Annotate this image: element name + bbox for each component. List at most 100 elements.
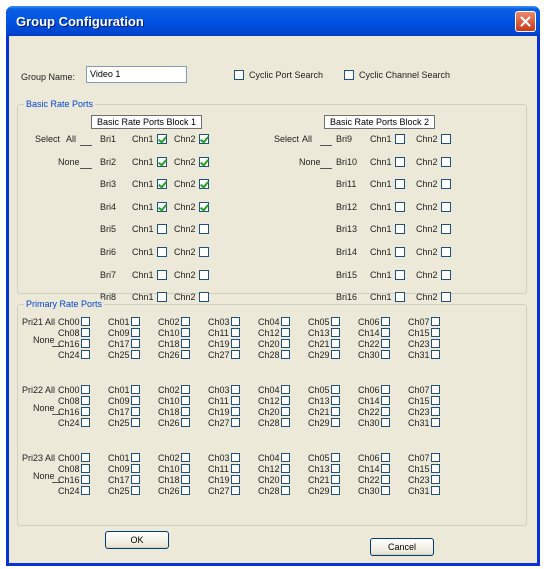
pri-channel-checkbox[interactable]: [381, 453, 390, 462]
pri-channel-checkbox[interactable]: [331, 385, 340, 394]
channel-1-checkbox[interactable]: [395, 224, 405, 235]
pri-channel-checkbox[interactable]: [231, 407, 240, 416]
channel-1-checkbox[interactable]: [157, 247, 167, 257]
channel-2-checkbox[interactable]: [441, 269, 451, 280]
pri-channel-checkbox[interactable]: [281, 475, 290, 484]
pri-channel-checkbox[interactable]: [381, 339, 390, 348]
pri-channel-checkbox[interactable]: [131, 396, 140, 405]
pri-channel-checkbox[interactable]: [181, 385, 190, 394]
pri-channel-checkbox[interactable]: [231, 328, 240, 337]
channel-1-checkbox[interactable]: [157, 224, 167, 235]
channel-1-checkbox[interactable]: [157, 134, 167, 144]
channel-2-checkbox[interactable]: [199, 292, 209, 303]
pri-channel-checkbox[interactable]: [431, 328, 440, 337]
pri-channel-checkbox[interactable]: [81, 486, 90, 495]
pri-channel-checkbox[interactable]: [381, 350, 390, 359]
channel-2-checkbox[interactable]: [441, 201, 451, 212]
pri-channel-checkbox[interactable]: [81, 339, 90, 348]
pri-channel-checkbox[interactable]: [331, 486, 340, 495]
pri-channel-checkbox[interactable]: [431, 385, 440, 394]
pri-channel-checkbox[interactable]: [231, 385, 240, 394]
pri-channel-checkbox[interactable]: [81, 328, 90, 337]
pri-channel-checkbox[interactable]: [81, 475, 90, 484]
channel-2-checkbox[interactable]: [199, 179, 209, 190]
pri-channel-checkbox[interactable]: [231, 475, 240, 484]
pri-channel-checkbox[interactable]: [231, 418, 240, 427]
cancel-button[interactable]: Cancel: [370, 538, 434, 556]
channel-2-checkbox[interactable]: [199, 156, 209, 167]
pri-channel-checkbox[interactable]: [431, 407, 440, 416]
pri-channel-checkbox[interactable]: [281, 453, 290, 462]
pri-channel-checkbox[interactable]: [81, 385, 90, 394]
pri-channel-checkbox[interactable]: [131, 475, 140, 484]
block1-select-none-button[interactable]: [80, 157, 92, 169]
pri-channel-checkbox[interactable]: [181, 396, 190, 405]
channel-1-checkbox[interactable]: [157, 292, 167, 303]
pri-channel-checkbox[interactable]: [81, 396, 90, 405]
pri-channel-checkbox[interactable]: [231, 464, 240, 473]
pri-channel-checkbox[interactable]: [181, 486, 190, 495]
channel-1-checkbox[interactable]: [395, 269, 405, 280]
channel-2-checkbox[interactable]: [441, 134, 451, 144]
pri-channel-checkbox[interactable]: [181, 453, 190, 462]
pri-channel-checkbox[interactable]: [231, 317, 240, 326]
pri-channel-checkbox[interactable]: [181, 317, 190, 326]
channel-1-checkbox[interactable]: [395, 179, 405, 190]
channel-2-checkbox[interactable]: [199, 134, 209, 144]
pri-channel-checkbox[interactable]: [431, 486, 440, 495]
pri-channel-checkbox[interactable]: [281, 350, 290, 359]
pri-channel-checkbox[interactable]: [381, 418, 390, 427]
pri-channel-checkbox[interactable]: [131, 328, 140, 337]
pri-channel-checkbox[interactable]: [181, 350, 190, 359]
channel-2-checkbox[interactable]: [199, 201, 209, 212]
pri-channel-checkbox[interactable]: [281, 339, 290, 348]
pri-channel-checkbox[interactable]: [331, 396, 340, 405]
pri-channel-checkbox[interactable]: [331, 339, 340, 348]
pri-channel-checkbox[interactable]: [81, 317, 90, 326]
channel-2-checkbox[interactable]: [441, 179, 451, 190]
pri-channel-checkbox[interactable]: [431, 317, 440, 326]
channel-2-checkbox[interactable]: [441, 156, 451, 167]
pri-channel-checkbox[interactable]: [281, 328, 290, 337]
channel-2-checkbox[interactable]: [441, 247, 451, 257]
pri-channel-checkbox[interactable]: [181, 339, 190, 348]
pri-channel-checkbox[interactable]: [281, 396, 290, 405]
pri-channel-checkbox[interactable]: [431, 418, 440, 427]
pri-channel-checkbox[interactable]: [131, 407, 140, 416]
channel-1-checkbox[interactable]: [395, 201, 405, 212]
pri-channel-checkbox[interactable]: [431, 396, 440, 405]
title-bar[interactable]: Group Configuration: [6, 6, 540, 36]
pri-channel-checkbox[interactable]: [181, 464, 190, 473]
pri-channel-checkbox[interactable]: [381, 464, 390, 473]
pri-channel-checkbox[interactable]: [331, 453, 340, 462]
pri-channel-checkbox[interactable]: [331, 317, 340, 326]
close-button[interactable]: [515, 11, 536, 32]
channel-1-checkbox[interactable]: [395, 247, 405, 257]
pri-channel-checkbox[interactable]: [281, 464, 290, 473]
channel-2-checkbox[interactable]: [199, 224, 209, 235]
block2-select-none-button[interactable]: [320, 157, 332, 169]
pri-channel-checkbox[interactable]: [381, 475, 390, 484]
pri-channel-checkbox[interactable]: [281, 385, 290, 394]
group-name-input[interactable]: Video 1: [86, 66, 187, 83]
pri-channel-checkbox[interactable]: [131, 464, 140, 473]
pri-channel-checkbox[interactable]: [281, 418, 290, 427]
pri-channel-checkbox[interactable]: [231, 453, 240, 462]
channel-1-checkbox[interactable]: [157, 156, 167, 167]
pri-channel-checkbox[interactable]: [431, 350, 440, 359]
channel-1-checkbox[interactable]: [157, 179, 167, 190]
pri-channel-checkbox[interactable]: [281, 317, 290, 326]
pri-channel-checkbox[interactable]: [431, 339, 440, 348]
pri-channel-checkbox[interactable]: [81, 418, 90, 427]
pri-channel-checkbox[interactable]: [381, 407, 390, 416]
channel-2-checkbox[interactable]: [199, 247, 209, 257]
pri-channel-checkbox[interactable]: [131, 350, 140, 359]
pri-channel-checkbox[interactable]: [331, 418, 340, 427]
channel-1-checkbox[interactable]: [157, 201, 167, 212]
channel-1-checkbox[interactable]: [395, 156, 405, 167]
pri-channel-checkbox[interactable]: [231, 486, 240, 495]
pri-channel-checkbox[interactable]: [131, 453, 140, 462]
channel-2-checkbox[interactable]: [441, 292, 451, 303]
pri-channel-checkbox[interactable]: [81, 350, 90, 359]
pri-channel-checkbox[interactable]: [331, 475, 340, 484]
